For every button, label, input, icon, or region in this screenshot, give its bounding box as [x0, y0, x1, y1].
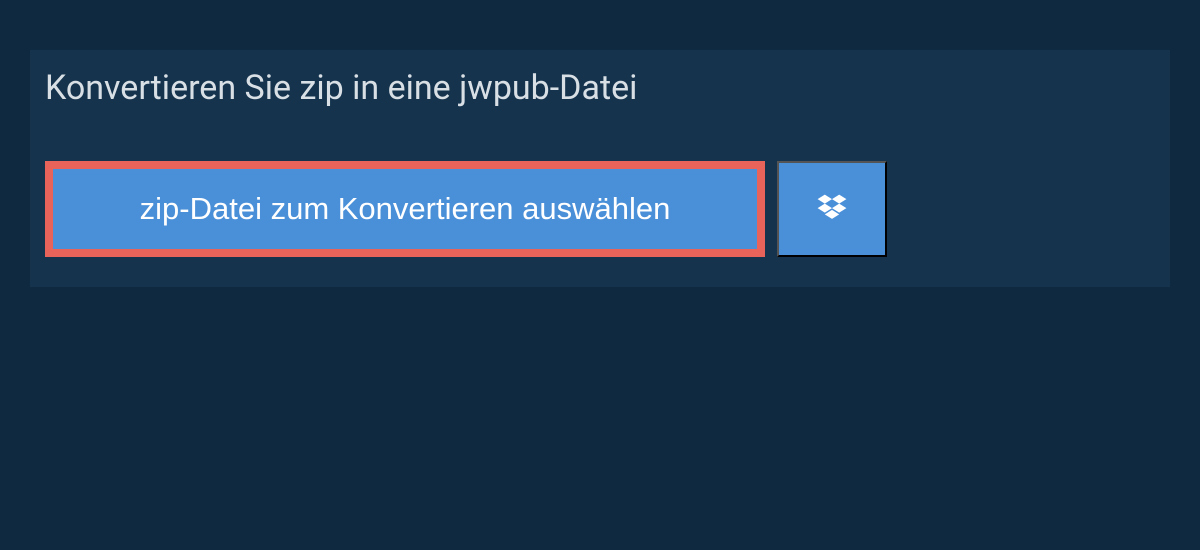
dropbox-icon: [814, 191, 850, 227]
title-bar: Konvertieren Sie zip in eine jwpub-Datei: [30, 50, 667, 126]
select-file-label: zip-Datei zum Konvertieren auswählen: [140, 191, 671, 227]
button-row: zip-Datei zum Konvertieren auswählen: [30, 126, 1170, 257]
select-file-button[interactable]: zip-Datei zum Konvertieren auswählen: [45, 161, 765, 257]
converter-panel: Konvertieren Sie zip in eine jwpub-Datei…: [30, 50, 1170, 287]
dropbox-button[interactable]: [777, 161, 887, 257]
page-title: Konvertieren Sie zip in eine jwpub-Datei: [45, 68, 637, 108]
